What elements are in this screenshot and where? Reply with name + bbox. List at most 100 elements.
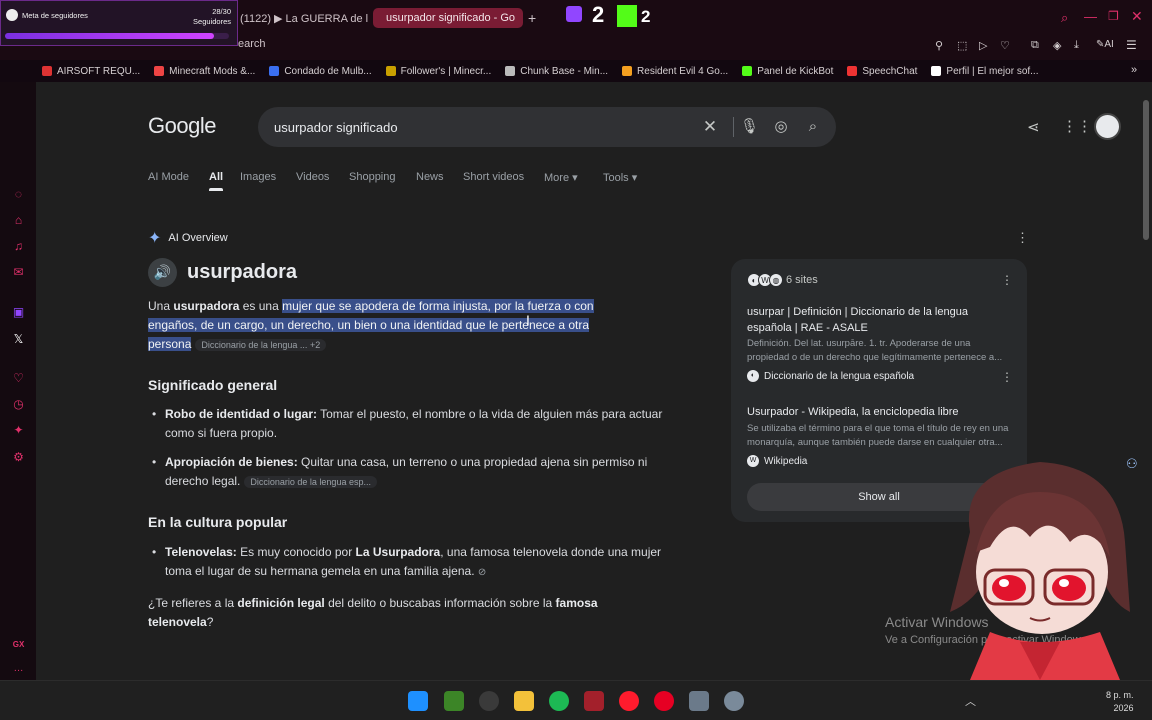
settings-icon[interactable]: ⚙ [12, 451, 25, 464]
bookmarks-overflow-icon[interactable]: » [1131, 64, 1137, 76]
clock[interactable]: 8 p. m. 2026 [1106, 689, 1134, 715]
bookmark-item[interactable]: SpeechChat [847, 66, 917, 77]
section-heading-culture: En la cultura popular [148, 514, 288, 530]
app-icon[interactable] [479, 691, 499, 711]
valorant-icon[interactable] [584, 691, 604, 711]
twitch-icon[interactable] [566, 6, 582, 22]
tab-google-search[interactable]: usurpador significado - Go [373, 8, 523, 28]
result-source-rae[interactable]: ◐ Diccionario de la lengua española [747, 370, 914, 382]
tab-short-videos[interactable]: Short videos [463, 171, 524, 183]
music-icon[interactable]: ♫ [12, 240, 25, 253]
result-source-wikipedia[interactable]: W Wikipedia [747, 455, 807, 467]
ai-title: usurpadora [187, 261, 298, 283]
speaker-icon[interactable]: 🔊 [148, 258, 177, 287]
file-explorer-icon[interactable] [514, 691, 534, 711]
ai-intro-paragraph: Una usurpadora es una mujer que se apode… [148, 299, 594, 313]
microphone-icon[interactable]: 🎙 [740, 118, 759, 136]
extensions-icon[interactable]: ⧉ [1031, 39, 1039, 52]
bookmark-item[interactable]: Perfil | El mejor sof... [931, 66, 1039, 77]
history-icon[interactable]: ◷ [12, 398, 25, 411]
menu-icon[interactable]: ☰ [1126, 38, 1137, 52]
search-box[interactable]: usurpador significado ✕ 🎙 ◎ ⌕ [258, 107, 836, 147]
panel-menu-icon[interactable]: ⋮ [1001, 273, 1013, 287]
bookmark-item[interactable]: Follower's | Minecr... [385, 66, 491, 77]
wallet-icon[interactable]: ◈ [1053, 39, 1061, 52]
spotify-icon[interactable] [549, 691, 569, 711]
opera-gx-icon[interactable] [619, 691, 639, 711]
ai-title-row: 🔊 usurpadora [148, 258, 297, 287]
heart-icon[interactable]: ♡ [12, 372, 25, 385]
bookmark-item[interactable]: Minecraft Mods &... [154, 66, 255, 77]
gx-label: GX [12, 640, 25, 649]
list-item: • Apropiación de bienes: Quitar una casa… [152, 455, 648, 489]
bookmark-item[interactable]: Resident Evil 4 Go... [622, 66, 728, 77]
ai-icon[interactable]: ✎AI [1096, 39, 1114, 50]
pin-icon[interactable]: ⚲ [935, 39, 943, 52]
selected-text[interactable]: engaños, de un cargo, un derecho, un bie… [148, 318, 590, 332]
favorites-icon[interactable]: ♡ [1000, 39, 1010, 52]
share-icon[interactable]: ⋖ [1027, 118, 1040, 136]
minimize-icon[interactable]: — [1084, 9, 1097, 24]
source-chip[interactable]: Diccionario de la lengua esp... [244, 476, 377, 489]
tab-videos[interactable]: Videos [296, 171, 329, 183]
result-title-wikipedia[interactable]: Usurpador - Wikipedia, la enciclopedia l… [747, 404, 997, 420]
tab-label: usurpador significado - Go [386, 12, 516, 24]
player-icon[interactable]: ▷ [979, 39, 987, 52]
store-icon[interactable]: ⌂ [12, 214, 25, 227]
selected-text[interactable]: persona [148, 337, 192, 351]
browser-sidebar: ◌ ⌂ ♫ ✉ ▣ 𝕏 ♡ ◷ ✦ ⚙ GX … [0, 82, 36, 680]
bookmark-item[interactable]: Chunk Base - Min... [505, 66, 608, 77]
lens-icon[interactable]: ◎ [772, 118, 790, 136]
more-icon[interactable]: … [12, 662, 25, 675]
tab-shopping[interactable]: Shopping [349, 171, 396, 183]
twitch-sidebar-icon[interactable]: ▣ [12, 306, 25, 319]
search-icon[interactable]: ⌕ [804, 118, 822, 136]
scrollbar-thumb[interactable] [1143, 100, 1149, 240]
source-chip[interactable]: Diccionario de la lengua ... +2 [195, 339, 327, 351]
site-avatars: ◐ W ◍ [747, 273, 783, 287]
new-tab-button[interactable]: + [528, 8, 542, 28]
ai-overview-menu-icon[interactable]: ⋮ [1016, 230, 1029, 246]
bookmark-favicon-icon [622, 66, 633, 76]
tab-all[interactable]: All [209, 171, 224, 191]
search-input[interactable]: usurpador significado [274, 120, 398, 135]
selected-text[interactable]: mujer que se apodera de forma injusta, p… [282, 299, 594, 313]
bookmark-favicon-icon [742, 66, 753, 76]
aria-icon[interactable]: ◌ [12, 188, 25, 201]
minecraft-icon[interactable] [444, 691, 464, 711]
ai-overview-header: ✦ AI Overview [148, 230, 228, 247]
google-logo[interactable]: Google [148, 113, 216, 139]
result-menu-icon[interactable]: ⋮ [1001, 370, 1013, 384]
extensions-sidebar-icon[interactable]: ✦ [12, 424, 25, 437]
result-title-rae[interactable]: usurpar | Definición | Diccionario de la… [747, 304, 997, 336]
pinterest-icon[interactable] [654, 691, 674, 711]
snapshot-icon[interactable]: ⬚ [957, 39, 967, 52]
search-tabs-icon[interactable]: ⌕ [1061, 10, 1068, 26]
apps-grid-icon[interactable]: ⋮⋮ [1062, 117, 1092, 135]
windows-start-icon[interactable] [408, 691, 428, 711]
x-icon[interactable]: 𝕏 [12, 333, 25, 346]
clear-icon[interactable]: ✕ [701, 118, 719, 136]
account-avatar[interactable] [1094, 113, 1121, 140]
goal-title: Meta de seguidores [22, 11, 88, 20]
app-icon[interactable] [689, 691, 709, 711]
bookmark-item[interactable]: Condado de Mulb... [269, 66, 372, 77]
tab-more[interactable]: More ▾ [544, 171, 578, 184]
restore-icon[interactable]: ❐ [1108, 9, 1119, 23]
sites-count[interactable]: ◐ W ◍ 6 sites [747, 273, 818, 287]
bookmark-item[interactable]: Panel de KickBot [742, 66, 833, 77]
kick-icon[interactable] [617, 5, 637, 27]
tab-tools[interactable]: Tools ▾ [603, 171, 637, 184]
tab-images[interactable]: Images [240, 171, 276, 183]
messenger-icon[interactable]: ✉ [12, 266, 25, 279]
bookmark-item[interactable]: AIRSOFT REQU... [42, 66, 140, 77]
tab-ai-mode[interactable]: AI Mode [148, 171, 189, 183]
address-bar[interactable]: earch [238, 38, 266, 50]
tab-news[interactable]: News [416, 171, 444, 183]
close-icon[interactable]: ✕ [1131, 8, 1143, 25]
link-icon[interactable]: ⊘ [478, 567, 486, 578]
tab-youtube[interactable]: (1122) ▶ La GUERRA de la [240, 8, 368, 28]
download-icon[interactable]: ⤓ [1074, 39, 1079, 52]
tray-chevron-icon[interactable]: ︿ [965, 693, 976, 709]
settings-taskbar-icon[interactable] [724, 691, 744, 711]
